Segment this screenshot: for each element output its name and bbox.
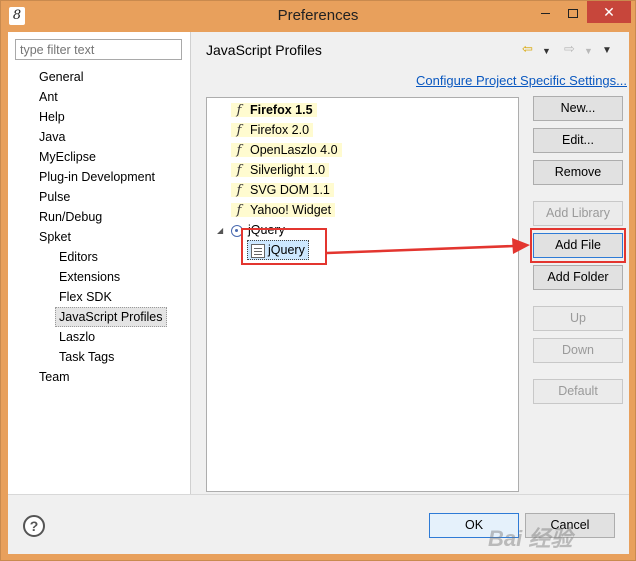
nav-item[interactable]: General xyxy=(39,67,83,87)
nav-item[interactable]: Team xyxy=(39,367,70,387)
nav-item[interactable]: MyEclipse xyxy=(39,147,96,167)
view-menu-icon[interactable]: ▼ xyxy=(602,43,612,58)
close-button[interactable]: ✕ xyxy=(587,1,631,23)
nav-item[interactable]: Help xyxy=(39,107,65,127)
page-content: Configure Project Specific Settings... f… xyxy=(192,64,629,494)
back-arrow-icon[interactable]: ⇦ xyxy=(522,41,533,56)
nav-item[interactable]: Plug-in Development xyxy=(39,167,155,187)
arrow-head xyxy=(512,238,530,254)
nav-item[interactable]: Task Tags xyxy=(59,347,114,367)
annotation-arrow xyxy=(326,238,530,255)
baidu-watermark-logo: Bai 经验 xyxy=(488,526,573,551)
close-icon: ✕ xyxy=(603,4,615,20)
maximize-button[interactable] xyxy=(559,1,587,23)
nav-item[interactable]: Pulse xyxy=(39,187,70,207)
maximize-icon xyxy=(568,8,578,18)
nav-item[interactable]: Run/Debug xyxy=(39,207,102,227)
preferences-window: 8 Preferences ✕ GeneralAntHelpJavaMyEcli… xyxy=(0,0,636,561)
nav-item[interactable]: Extensions xyxy=(59,267,120,287)
minimize-button[interactable] xyxy=(531,1,559,23)
title-bar: 8 Preferences ✕ xyxy=(1,1,635,32)
nav-item[interactable]: Editors xyxy=(59,247,98,267)
help-icon[interactable]: ? xyxy=(23,515,45,537)
nav-item[interactable]: JavaScript Profiles xyxy=(55,307,167,327)
nav-item[interactable]: Laszlo xyxy=(59,327,95,347)
page-header: JavaScript Profiles ⇦ ▼ ⇨ ▼ ▼ xyxy=(192,32,629,64)
preferences-nav: GeneralAntHelpJavaMyEclipsePlug-in Devel… xyxy=(8,32,191,494)
minimize-icon xyxy=(540,12,550,14)
dialog-body: GeneralAntHelpJavaMyEclipsePlug-in Devel… xyxy=(8,32,629,554)
nav-item[interactable]: Spket xyxy=(39,227,71,247)
dialog-footer: ? OK Cancel Bai 经验 xyxy=(8,494,629,554)
back-dropdown-icon[interactable]: ▼ xyxy=(542,44,551,59)
nav-item[interactable]: Java xyxy=(39,127,65,147)
nav-item[interactable]: Flex SDK xyxy=(59,287,112,307)
forward-dropdown-icon[interactable]: ▼ xyxy=(584,44,593,59)
filter-input[interactable] xyxy=(15,39,182,60)
forward-arrow-icon[interactable]: ⇨ xyxy=(564,41,575,56)
nav-item[interactable]: Ant xyxy=(39,87,58,107)
arrow-shaft xyxy=(326,244,515,255)
page-title: JavaScript Profiles xyxy=(206,42,322,58)
